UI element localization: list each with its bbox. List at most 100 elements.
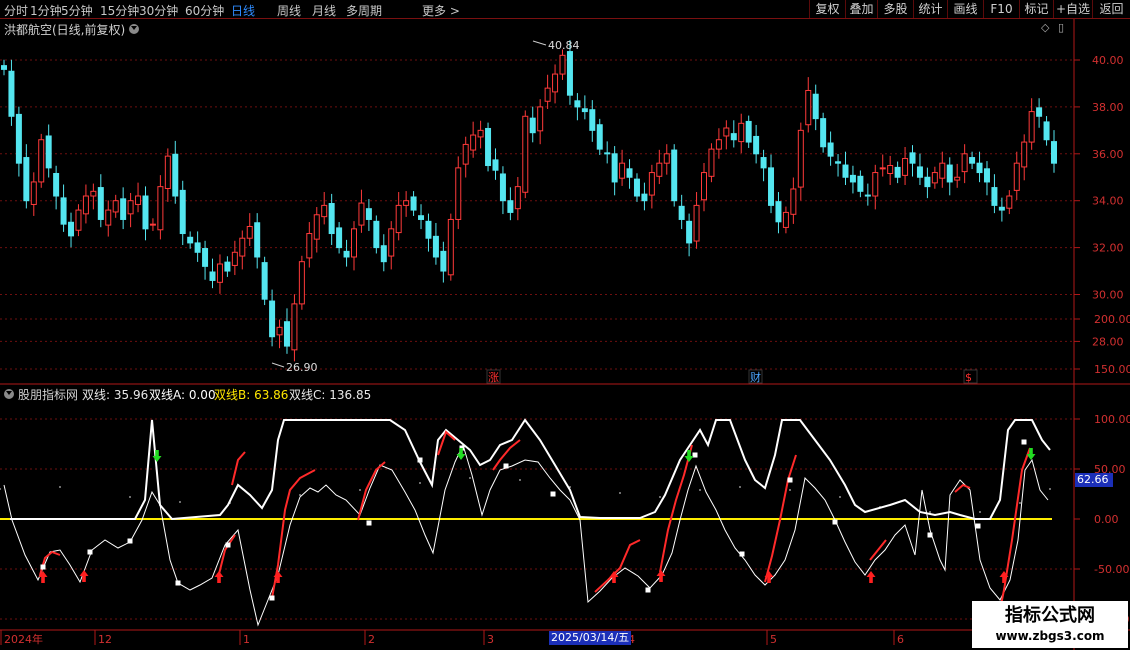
candle-body: [805, 89, 812, 126]
candle-body: [991, 187, 998, 206]
indicator-red-segment: [231, 451, 246, 486]
buy-arrow-icon: [866, 571, 876, 583]
candle-body: [90, 190, 97, 197]
period-tab-5[interactable]: 60分钟: [185, 2, 224, 19]
chart-options-icon[interactable]: [129, 24, 139, 34]
candle-body: [760, 157, 767, 169]
candle-body: [112, 200, 119, 213]
buy-arrow-icon: [609, 571, 619, 583]
candle-body: [365, 208, 372, 220]
candle-body: [485, 127, 492, 167]
period-tab-1[interactable]: 1分钟: [30, 2, 62, 19]
indicator-red-segment: [659, 444, 693, 573]
cursor-date-label: 2025/03/14/五: [549, 631, 632, 645]
candle-body: [97, 187, 104, 220]
candle-body: [224, 261, 231, 272]
candle-body: [671, 149, 678, 202]
candle-body: [574, 100, 581, 108]
candle-body: [909, 152, 916, 164]
candle-body: [1028, 111, 1035, 143]
period-tab-4[interactable]: 30分钟: [139, 2, 178, 19]
candle-body: [589, 109, 596, 131]
candle-body: [298, 261, 305, 305]
candle-body: [425, 220, 432, 239]
candle-body: [209, 271, 216, 281]
price-axis-label: 34.00: [1092, 195, 1124, 208]
toolbar-button-2[interactable]: 多股: [877, 0, 913, 18]
candle-body: [455, 167, 462, 220]
candle-body: [440, 250, 447, 272]
toolbar-button-1[interactable]: 叠加: [845, 0, 877, 18]
candle-body: [1021, 141, 1028, 168]
date-axis-label: 6: [897, 633, 904, 646]
candle-body: [1036, 107, 1043, 117]
candle-body: [782, 211, 789, 228]
candle-body: [276, 326, 283, 336]
expand-icon[interactable]: ▯: [1058, 21, 1064, 34]
dotted-average-point: [929, 511, 931, 513]
signal-square-marker: [832, 519, 838, 525]
toolbar-button-6[interactable]: 标记: [1019, 0, 1053, 18]
stock-chart-canvas[interactable]: 40.0038.0036.0034.0032.0030.0028.00200.0…: [0, 0, 1130, 650]
candle-body: [261, 262, 268, 300]
diamond-icon[interactable]: ◇: [1041, 21, 1049, 34]
candle-body: [611, 153, 618, 183]
toolbar-button-7[interactable]: +自选: [1053, 0, 1092, 18]
dotted-average-point: [359, 489, 361, 491]
candle-body: [820, 118, 827, 148]
candle-body: [507, 200, 514, 213]
period-tab-7[interactable]: 周线: [277, 2, 301, 19]
toolbar-button-4[interactable]: 画线: [947, 0, 983, 18]
high-label: 40.84: [548, 39, 580, 52]
date-axis-label: 12: [98, 633, 112, 646]
candle-body: [336, 227, 343, 249]
candle-body: [775, 201, 782, 223]
period-tab-10[interactable]: 更多 >: [422, 2, 460, 19]
candle-body: [157, 186, 164, 231]
indicator-axis-label: -50.00: [1094, 563, 1129, 576]
candle-body: [864, 194, 871, 197]
indicator-lineB-label: 双线B: 63.86: [214, 388, 289, 402]
candle-body: [514, 186, 521, 210]
dotted-average-point: [739, 486, 741, 488]
signal-square-marker: [787, 477, 793, 483]
toolbar-button-3[interactable]: 统计: [913, 0, 947, 18]
period-tab-9[interactable]: 多周期: [346, 2, 382, 19]
period-tab-8[interactable]: 月线: [312, 2, 336, 19]
candle-body: [142, 195, 149, 230]
candle-body: [916, 166, 923, 178]
candle-body: [998, 206, 1005, 211]
toolbar-button-8[interactable]: 返回: [1092, 0, 1130, 18]
candle-body: [656, 162, 663, 177]
period-tab-6[interactable]: 日线: [231, 2, 255, 19]
candle-body: [581, 108, 588, 113]
candle-body: [812, 93, 819, 120]
candle-body: [902, 157, 909, 176]
signal-square-marker: [645, 587, 651, 593]
candle-body: [492, 159, 499, 171]
candle-body: [633, 178, 640, 197]
toolbar-button-5[interactable]: F10: [983, 0, 1019, 18]
candle-body: [202, 248, 209, 267]
indicator-options-icon[interactable]: [4, 389, 14, 399]
candle-body: [619, 162, 626, 179]
period-tab-2[interactable]: 5分钟: [61, 2, 93, 19]
candle-body: [75, 209, 82, 231]
candle-body: [172, 153, 179, 197]
period-tab-0[interactable]: 分时: [4, 2, 28, 19]
indicator-line0-label: 双线: 35.96: [82, 388, 149, 402]
date-axis-label: 1: [243, 633, 250, 646]
candle-body: [15, 113, 22, 164]
dotted-average-point: [299, 494, 301, 496]
period-tab-3[interactable]: 15分钟: [100, 2, 139, 19]
candle-body: [8, 70, 15, 117]
toolbar-button-0[interactable]: 复权: [809, 0, 845, 18]
indicator-red-segment: [954, 483, 971, 493]
candle-body: [894, 166, 901, 178]
price-axis-label: 28.00: [1092, 335, 1124, 348]
candle-body: [135, 195, 142, 205]
signal-square-marker: [417, 457, 423, 463]
candle-body: [857, 175, 864, 192]
candle-body: [797, 129, 804, 188]
signal-square-marker: [503, 463, 509, 469]
